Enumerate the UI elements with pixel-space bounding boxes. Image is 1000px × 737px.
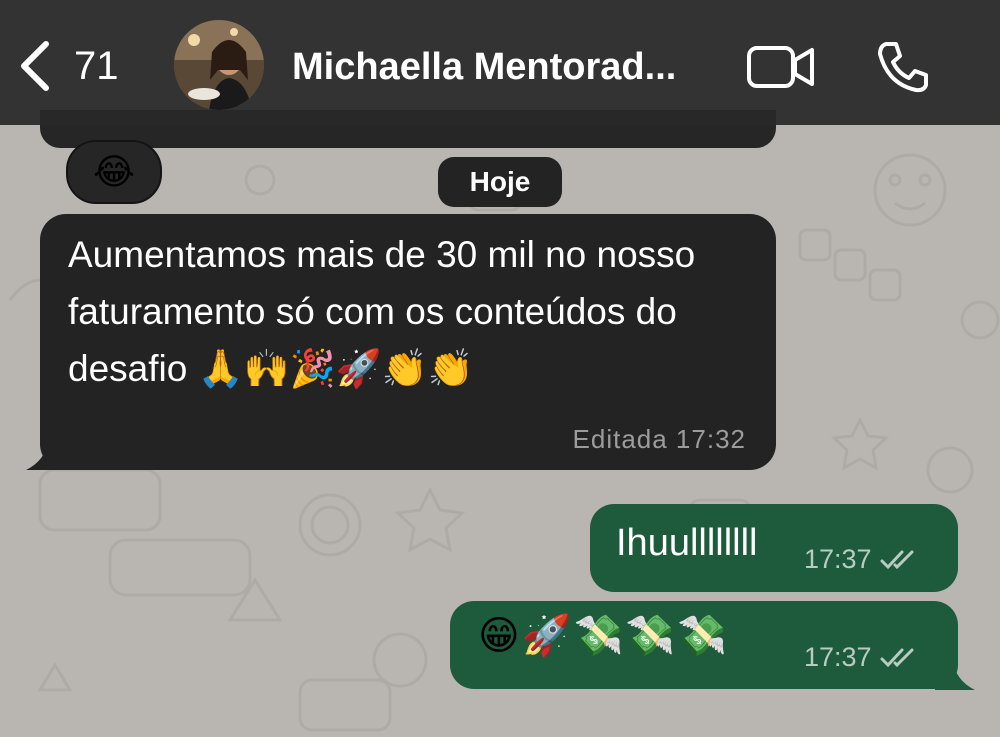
message-text: 😁🚀💸💸💸 xyxy=(478,614,729,658)
contact-name[interactable]: Michaella Mentorad... xyxy=(292,46,676,89)
message-meta: Editada 17:32 xyxy=(572,424,746,454)
day-separator: Hoje xyxy=(438,157,562,207)
chevron-left-icon xyxy=(21,41,49,91)
message-meta: 17:37 xyxy=(804,544,918,575)
back-button[interactable]: 71 xyxy=(18,40,119,92)
message-time: 17:37 xyxy=(804,544,872,574)
avatar[interactable] xyxy=(174,20,264,110)
message-text: Ihuullllllll xyxy=(616,522,758,564)
chat-header: 71 Michaella Mentorad... xyxy=(0,0,1000,125)
message-reaction[interactable]: 😂 xyxy=(66,140,162,204)
video-call-icon[interactable] xyxy=(746,44,816,90)
message-meta: 17:37 xyxy=(804,642,918,673)
avatar-photo xyxy=(174,20,264,110)
unread-count: 71 xyxy=(74,43,119,88)
message-text: Aumentamos mais de 30 mil no nosso fatur… xyxy=(68,234,696,389)
phone-icon[interactable] xyxy=(876,40,930,94)
double-check-icon xyxy=(880,550,914,569)
message-time: 17:37 xyxy=(804,642,872,672)
double-check-icon xyxy=(880,648,914,667)
reaction-emoji: 😂 xyxy=(92,151,136,192)
